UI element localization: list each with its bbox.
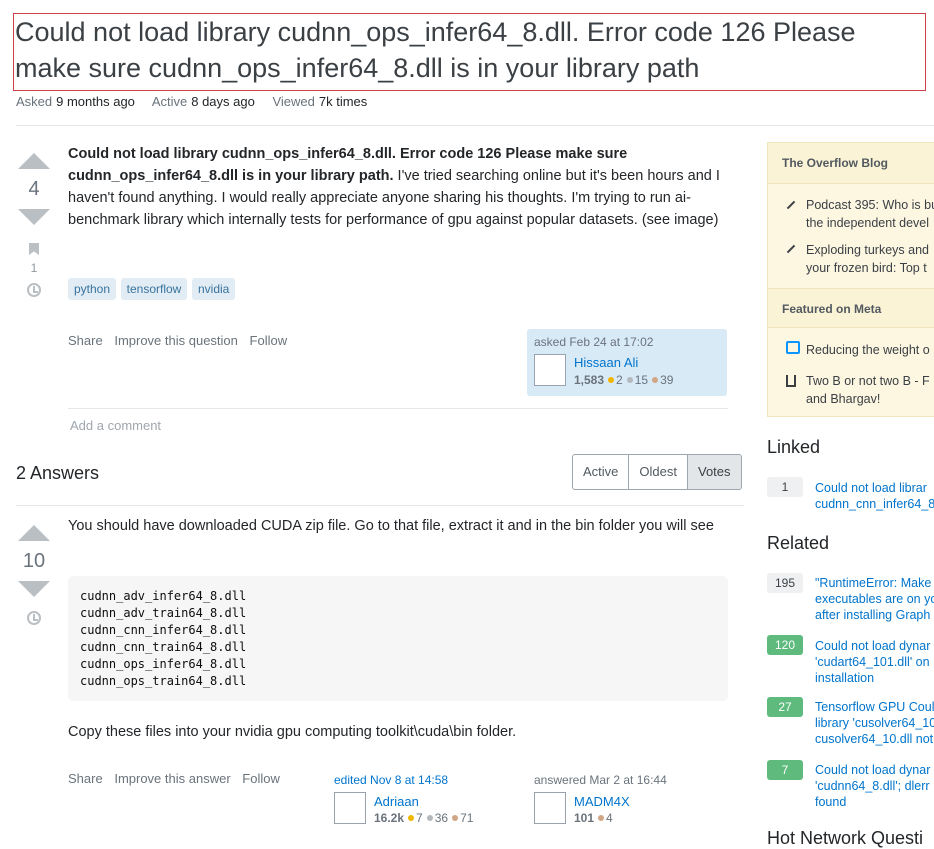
share-link[interactable]: Share: [68, 333, 103, 348]
code-line: cudnn_ops_train64_8.dll: [80, 674, 247, 688]
follow-link[interactable]: Follow: [250, 333, 288, 348]
downvote-icon[interactable]: [18, 581, 50, 597]
comment-divider: [68, 408, 728, 409]
linked-score-badge: 1: [767, 477, 803, 497]
code-line: cudnn_adv_train64_8.dll: [80, 606, 247, 620]
related-question-link[interactable]: Could not load dynar 'cudnn64_8.dll'; dl…: [815, 762, 934, 810]
question-vote-cell: 4 1: [14, 153, 54, 297]
related-question-link[interactable]: Could not load dynar 'cudart64_101.dll' …: [815, 638, 934, 686]
answers-divider: [16, 505, 744, 506]
code-block: cudnn_adv_infer64_8.dll cudnn_adv_train64…: [68, 576, 728, 701]
bronze-badge-icon: [598, 815, 605, 822]
answer-text-1: You should have downloaded CUDA zip file…: [68, 518, 714, 534]
header-divider: [16, 125, 934, 126]
code-line: cudnn_ops_infer64_8.dll: [80, 657, 247, 671]
answerer-user-card: answered Mar 2 at 16:44 MADM4X 101 4: [534, 773, 729, 833]
history-icon[interactable]: [27, 283, 41, 297]
user-name[interactable]: Hissaan Ali: [574, 355, 638, 370]
sort-oldest-button[interactable]: Oldest: [629, 455, 688, 489]
answer-vote-count: 10: [22, 550, 46, 572]
answer-sort-tabs: Active Oldest Votes: [572, 454, 742, 490]
answers-count-heading: 2 Answers: [16, 463, 100, 483]
answer-text-2: Copy these files into your nvidia gpu co…: [68, 724, 517, 740]
pencil-icon: [786, 200, 796, 210]
active-time[interactable]: 8 days ago: [191, 94, 255, 109]
user-name[interactable]: Adriaan: [374, 794, 419, 809]
asked-time[interactable]: 9 months ago: [56, 94, 135, 109]
sort-active-button[interactable]: Active: [573, 455, 630, 489]
silver-badge-icon: [626, 377, 633, 384]
chat-bubble-icon: [786, 341, 800, 354]
question-body: Could not load library cudnn_ops_infer64…: [68, 143, 732, 231]
related-score-badge: 195: [767, 573, 803, 593]
answer-vote-cell: 10: [14, 525, 54, 625]
avatar[interactable]: [534, 792, 566, 824]
code-line: cudnn_adv_infer64_8.dll: [80, 589, 247, 603]
answered-time[interactable]: answered Mar 2 at 16:44: [534, 773, 667, 787]
question-meta: Asked 9 months ago Active 8 days ago Viewe…: [16, 94, 368, 109]
avatar[interactable]: [334, 792, 366, 824]
avatar[interactable]: [534, 354, 566, 386]
silver-badge-icon: [426, 815, 433, 822]
linked-question-link[interactable]: Could not load librar cudnn_cnn_infer64_…: [815, 480, 934, 512]
bronze-badge-icon: [452, 815, 459, 822]
linked-heading: Linked: [767, 437, 821, 457]
related-score-badge: 27: [767, 697, 803, 717]
related-question-link[interactable]: Tensorflow GPU Coul library 'cusolver64_…: [815, 699, 934, 747]
code-line: cudnn_cnn_train64_8.dll: [80, 640, 247, 654]
meta-item[interactable]: Reducing the weight o: [806, 341, 934, 359]
editor-user-card: edited Nov 8 at 14:58 Adriaan 16.2k 7 36 71: [334, 773, 524, 833]
tag-python[interactable]: python: [68, 278, 117, 300]
user-reputation: 16.2k 7 36 71: [374, 811, 474, 825]
pencil-icon: [786, 244, 796, 254]
history-icon[interactable]: [27, 611, 41, 625]
bookmark-count: 1: [30, 261, 38, 275]
user-reputation: 1,583 2 15 39: [574, 373, 674, 387]
blog-item[interactable]: Podcast 395: Who is bu the independent d…: [806, 196, 934, 232]
upvote-icon[interactable]: [18, 153, 50, 169]
question-title[interactable]: Could not load library cudnn_ops_infer64…: [15, 14, 925, 86]
tag-list: python tensorflow nvidia: [68, 278, 236, 300]
follow-link[interactable]: Follow: [242, 771, 280, 786]
overflow-blog-widget: The Overflow Blog Podcast 395: Who is bu…: [767, 142, 934, 417]
asked-user-card: asked Feb 24 at 17:02 Hissaan Ali 1,583 2…: [527, 329, 727, 396]
blog-item[interactable]: Exploding turkeys and your frozen bird: …: [806, 241, 934, 277]
answer-post-menu: Share Improve this answer Follow: [68, 771, 288, 786]
asked-time[interactable]: asked Feb 24 at 17:02: [534, 335, 653, 349]
related-question-link[interactable]: "RuntimeError: Make executables are on y…: [815, 575, 934, 623]
bookmark-icon[interactable]: [29, 243, 39, 255]
sort-votes-button[interactable]: Votes: [687, 455, 741, 489]
stack-exchange-icon: [786, 375, 796, 387]
gold-badge-icon: [608, 377, 615, 384]
meta-heading: Featured on Meta: [768, 288, 934, 328]
improve-question-link[interactable]: Improve this question: [114, 333, 238, 348]
upvote-icon[interactable]: [18, 525, 50, 541]
code-line: cudnn_cnn_infer64_8.dll: [80, 623, 247, 637]
improve-answer-link[interactable]: Improve this answer: [114, 771, 230, 786]
tag-tensorflow[interactable]: tensorflow: [120, 278, 188, 300]
edited-time[interactable]: edited Nov 8 at 14:58: [334, 773, 448, 787]
question-vote-count: 4: [28, 178, 40, 200]
tag-nvidia[interactable]: nvidia: [191, 278, 236, 300]
meta-item[interactable]: Two B or not two B - F and Bhargav!: [806, 372, 934, 408]
related-heading: Related: [767, 533, 830, 553]
downvote-icon[interactable]: [18, 209, 50, 225]
related-score-badge: 7: [767, 760, 803, 780]
share-link[interactable]: Share: [68, 771, 103, 786]
bronze-badge-icon: [652, 377, 659, 384]
question-post-menu: Share Improve this question Follow: [68, 333, 295, 348]
user-reputation: 101 4: [574, 811, 613, 825]
blog-heading: The Overflow Blog: [768, 143, 934, 184]
view-count: 7k times: [318, 94, 368, 109]
add-comment-link[interactable]: Add a comment: [70, 418, 161, 433]
gold-badge-icon: [408, 815, 415, 822]
user-name[interactable]: MADM4X: [574, 794, 630, 809]
related-score-badge: 120: [767, 635, 803, 655]
